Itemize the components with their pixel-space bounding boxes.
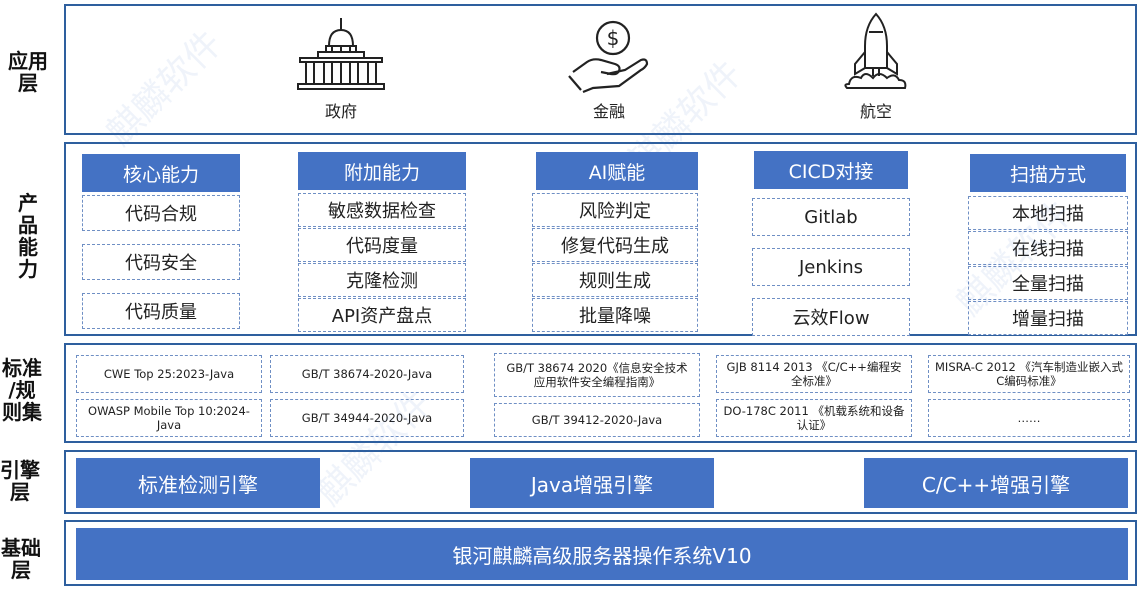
capability-item: 规则生成 — [532, 263, 698, 297]
standard-item: DO-178C 2011 《机载系统和设备认证》 — [716, 399, 912, 437]
app-item-label: 金融 — [592, 102, 625, 121]
capability-item: 敏感数据检查 — [298, 193, 466, 227]
engine-item: C/C++增强引擎 — [864, 458, 1128, 508]
standard-item: …… — [928, 399, 1130, 437]
standard-item: GB/T 34944-2020-Java — [270, 399, 464, 437]
capability-item: 全量扫描 — [968, 266, 1128, 300]
standard-item: GJB 8114 2013 《C/C++编程安全标准》 — [716, 355, 912, 393]
capability-item: 代码度量 — [298, 228, 466, 262]
engine-item: 标准检测引擎 — [76, 458, 320, 508]
base-os-bar: 银河麒麟高级服务器操作系统V10 — [76, 528, 1128, 580]
layer-label-base: 基础 层 — [1, 536, 41, 582]
svg-text:$: $ — [607, 26, 620, 50]
app-item-government: 政府 — [281, 16, 401, 122]
capability-item: 克隆检测 — [298, 263, 466, 297]
capability-item: 代码合规 — [82, 195, 240, 231]
capability-layer-panel: 核心能力 代码合规 代码安全 代码质量 附加能力 敏感数据检查 代码度量 克隆检… — [64, 142, 1137, 336]
capability-item: 批量降噪 — [532, 298, 698, 332]
capability-item: 在线扫描 — [968, 231, 1128, 265]
capability-item: API资产盘点 — [298, 298, 466, 332]
capability-item: 云效Flow — [752, 298, 910, 336]
capability-item: 修复代码生成 — [532, 228, 698, 262]
engine-item: Java增强引擎 — [470, 458, 714, 508]
capability-group-title: 附加能力 — [298, 152, 466, 190]
capability-group-title: 扫描方式 — [970, 154, 1126, 192]
standard-item: GB/T 38674 2020《信息安全技术应用软件安全编程指南》 — [494, 353, 700, 397]
capability-group-title: 核心能力 — [82, 154, 240, 192]
capability-item: 代码质量 — [82, 293, 240, 329]
capability-item: Gitlab — [752, 198, 910, 236]
standard-item: OWASP Mobile Top 10:2024-Java — [76, 399, 262, 437]
hand-dollar-coin-icon: $ — [567, 16, 651, 94]
layer-label-standards: 标准 /规 则集 — [2, 356, 42, 424]
capability-item: 代码安全 — [82, 244, 240, 280]
rocket-icon — [841, 12, 911, 94]
engine-layer-panel: 标准检测引擎 Java增强引擎 C/C++增强引擎 — [64, 450, 1137, 514]
app-item-aviation: 航空 — [826, 12, 926, 122]
base-layer-panel: 银河麒麟高级服务器操作系统V10 — [64, 520, 1137, 586]
standard-item: CWE Top 25:2023-Java — [76, 355, 262, 393]
standards-layer-panel: CWE Top 25:2023-Java OWASP Mobile Top 10… — [64, 343, 1137, 443]
standard-item: GB/T 39412-2020-Java — [494, 403, 700, 437]
layer-label-application: 应用 层 — [8, 49, 48, 95]
capability-item: 风险判定 — [532, 193, 698, 227]
app-item-label: 政府 — [324, 102, 357, 121]
standard-item: MISRA-C 2012 《汽车制造业嵌入式C编码标准》 — [928, 355, 1130, 393]
capability-item: 本地扫描 — [968, 196, 1128, 230]
layer-label-engine: 引擎 层 — [0, 458, 40, 504]
app-item-finance: $ 金融 — [554, 16, 664, 122]
capability-group-title: CICD对接 — [754, 151, 908, 189]
capability-item: 增量扫描 — [968, 301, 1128, 335]
application-layer-panel: 政府 $ 金融 航空 — [64, 4, 1137, 135]
standard-item: GB/T 38674-2020-Java — [270, 355, 464, 393]
layer-label-capability: 产 品 能 力 — [18, 191, 38, 281]
app-item-label: 航空 — [859, 102, 892, 121]
capability-item: Jenkins — [752, 248, 910, 286]
capability-group-title: AI赋能 — [536, 152, 698, 190]
government-building-icon — [296, 16, 386, 94]
